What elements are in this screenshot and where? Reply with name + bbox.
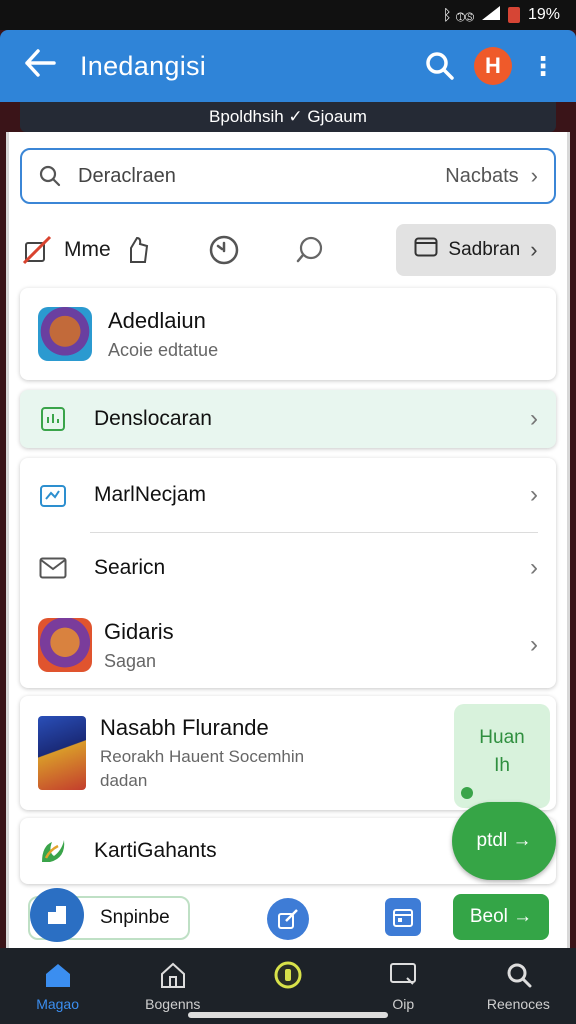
- search-icon: [38, 164, 66, 188]
- thumb-icon: [121, 233, 155, 267]
- highlight-row-label: Denslocaran: [94, 407, 212, 430]
- leaf-icon: [38, 836, 68, 866]
- house-outline-icon: [159, 960, 187, 990]
- fab-panel-line2: Ih: [494, 755, 510, 776]
- app-card-title: Adedlaiun: [108, 307, 206, 333]
- chip-sadbran-label: Sadbran: [448, 239, 521, 260]
- promo-line2: dadan: [100, 771, 148, 790]
- chip-sadbran[interactable]: Sadbran ›: [396, 224, 556, 276]
- nav-label: Magao: [36, 996, 79, 1012]
- status-bar: ᛒ ⓉⓈ 19%: [0, 0, 576, 30]
- circle-badge-icon: [273, 960, 303, 990]
- game-art-icon: [38, 716, 86, 790]
- chevron-right-icon: ›: [530, 631, 538, 658]
- list-item-label: MarlNecjam: [94, 483, 207, 506]
- snpinbe-label: Snpinbe: [100, 907, 170, 928]
- game-character-icon: [38, 618, 92, 672]
- chevron-right-icon: ›: [530, 554, 538, 581]
- picture-frame-icon: [38, 480, 68, 510]
- karti-label: KartiGahants: [94, 839, 217, 862]
- list-card: MarlNecjam › Searicn › Gidaris Sagan ›: [20, 458, 556, 688]
- indicator-dot: [461, 787, 473, 799]
- chevron-right-icon: ›: [530, 237, 538, 262]
- chip-mme[interactable]: Mme: [20, 233, 155, 267]
- search-value: Deraclraen: [78, 164, 176, 187]
- list-item[interactable]: Searicn ›: [20, 533, 556, 603]
- search-icon[interactable]: [418, 44, 462, 88]
- edit-square-icon[interactable]: [267, 898, 309, 940]
- nav-label: Oip: [392, 996, 415, 1012]
- sub-banner-text: Bpoldhsih ✓ Gjoaum: [209, 107, 367, 126]
- filter-chips: Mme Sadbran ›: [20, 222, 556, 278]
- nav-label: Bogenns: [145, 996, 201, 1012]
- puzzle-icon[interactable]: [30, 888, 84, 942]
- promo-title: Nasabh Flurande: [100, 715, 269, 740]
- page-title: Inedangisi: [80, 50, 207, 81]
- nav-item-magao[interactable]: Magao: [0, 948, 115, 1024]
- search-right-label: Nacbats: [445, 164, 519, 187]
- calendar-icon[interactable]: [385, 898, 421, 936]
- highlight-row[interactable]: Denslocaran ›: [20, 390, 556, 448]
- chevron-right-icon: ›: [530, 481, 538, 508]
- action-bar: Snpinbe Beol →: [20, 888, 556, 946]
- home-icon: [44, 960, 72, 990]
- list-item[interactable]: Gidaris Sagan ›: [20, 603, 556, 687]
- monitor-icon: [389, 960, 417, 990]
- more-options-icon[interactable]: ⋮: [530, 51, 556, 82]
- gidaris-title: Gidaris: [104, 618, 174, 644]
- chevron-right-icon: ›: [530, 405, 538, 432]
- fab-panel-line1: Huan: [479, 727, 525, 748]
- promo-line1: Reorakh Hauent Socemhin: [100, 747, 305, 766]
- muted-edit-icon: [20, 233, 54, 267]
- app-card[interactable]: Adedlaiun Acoie edtatue: [20, 288, 556, 380]
- sub-banner: Bpoldhsih ✓ Gjoaum: [20, 102, 556, 132]
- battery-percent: 19%: [527, 6, 560, 23]
- gidaris-subtitle: Sagan: [104, 650, 157, 671]
- chip-mme-label: Mme: [64, 238, 111, 261]
- floating-action-button[interactable]: ptdl →: [452, 802, 556, 880]
- search-input[interactable]: Deraclraen Nacbats ›: [20, 148, 556, 204]
- mail-icon: [38, 553, 68, 583]
- chart-box-icon: [38, 404, 68, 434]
- list-item-label: Searicn: [94, 556, 166, 579]
- search-gear-icon: [504, 960, 532, 990]
- game-character-icon: [38, 307, 92, 361]
- status-signal-text: ᛒ ⓉⓈ: [442, 6, 474, 24]
- app-bar: Inedangisi H ⋮: [0, 30, 576, 102]
- chat-search-icon[interactable]: [293, 233, 327, 267]
- brand-avatar[interactable]: H: [474, 47, 512, 85]
- chevron-right-icon: ›: [530, 163, 538, 188]
- app-card-subtitle: Acoie edtatue: [108, 339, 219, 360]
- back-arrow-icon[interactable]: [0, 49, 80, 83]
- nav-item-reenoces[interactable]: Reenoces: [461, 948, 576, 1024]
- battery-icon: [507, 7, 520, 23]
- nav-label: Reenoces: [486, 996, 550, 1012]
- folder-icon: [414, 237, 438, 263]
- go-button[interactable]: Beol →: [453, 894, 549, 940]
- list-item[interactable]: MarlNecjam ›: [20, 458, 556, 532]
- timer-icon[interactable]: [207, 233, 241, 267]
- home-indicator: [188, 1012, 388, 1018]
- signal-bars-icon: [481, 5, 500, 25]
